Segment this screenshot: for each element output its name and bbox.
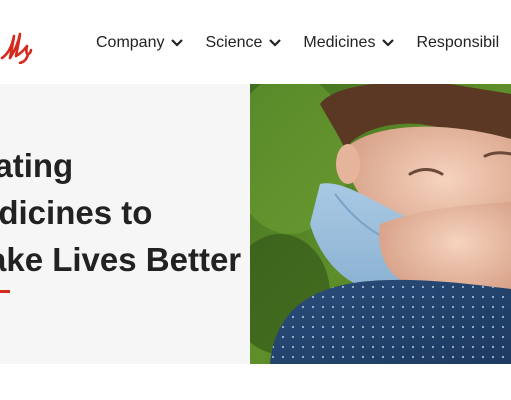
chevron-down-icon [269, 39, 282, 47]
nav-item-label: Science [205, 34, 263, 51]
hero-title-line: edicines to [0, 194, 153, 231]
hero-section: eating edicines to ake Lives Better [0, 84, 511, 364]
accent-underline [0, 290, 10, 293]
nav-item-label: Medicines [303, 34, 376, 51]
hero-title-line: ake Lives Better [0, 241, 242, 278]
nav-item-company[interactable]: Company [96, 34, 184, 52]
hero-text-panel: eating edicines to ake Lives Better [0, 84, 250, 364]
nav-item-medicines[interactable]: Medicines [303, 34, 395, 52]
chevron-down-icon [171, 39, 184, 47]
hero-title: eating edicines to ake Lives Better [0, 142, 250, 283]
nav-item-science[interactable]: Science [205, 34, 282, 52]
chevron-down-icon [382, 39, 395, 47]
hero-photo [250, 84, 511, 364]
site-header: Company Science Medicines Responsibil [0, 0, 511, 84]
nav-item-label: Responsibil [416, 34, 500, 51]
lilly-logo[interactable] [0, 28, 34, 64]
nav-item-label: Company [96, 34, 165, 51]
main-nav: Company Science Medicines Responsibil [96, 34, 499, 52]
nav-item-responsibility[interactable]: Responsibil [416, 34, 499, 52]
hero-title-line: eating [0, 147, 74, 184]
